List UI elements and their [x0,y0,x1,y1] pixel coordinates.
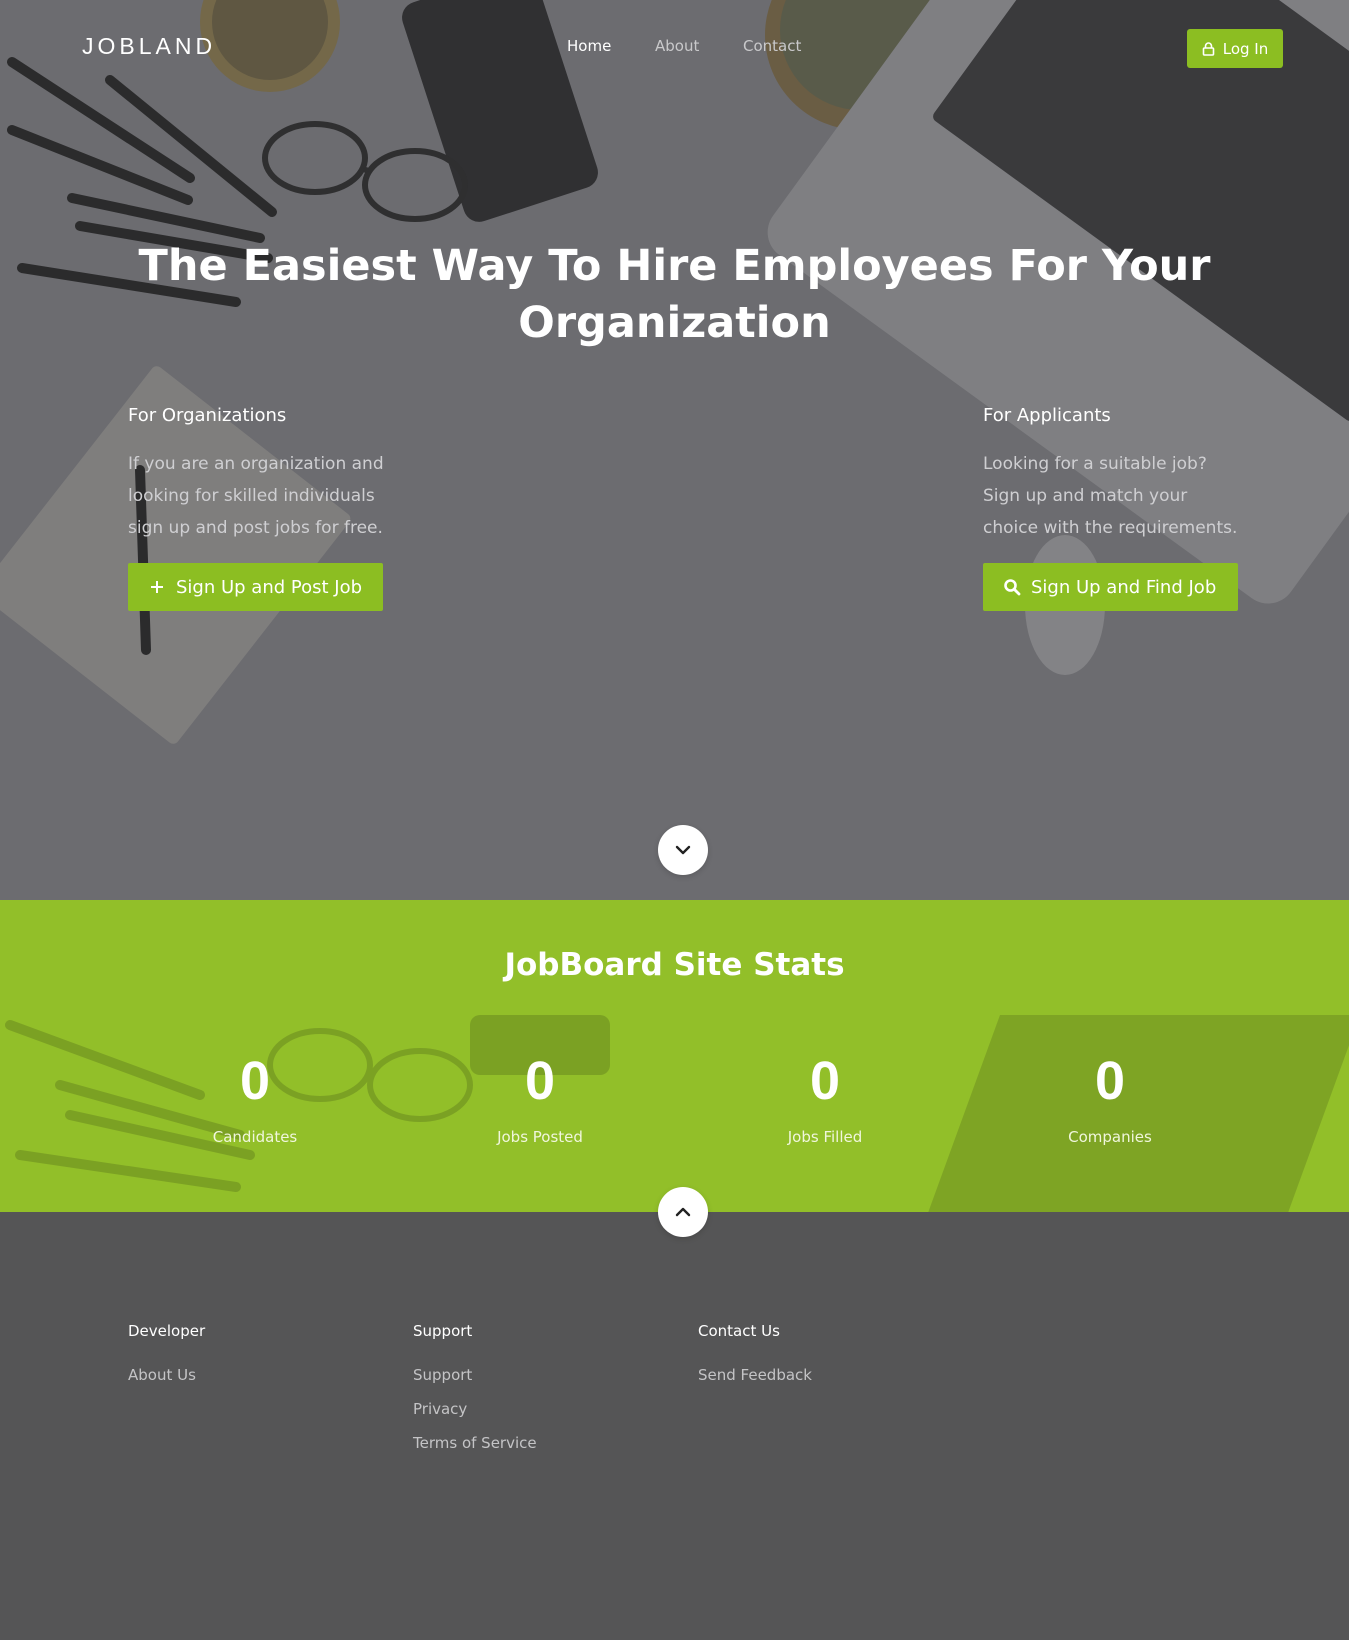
applicants-column: For Applicants Looking for a suitable jo… [983,405,1243,544]
site-footer: Developer About Us Support Support Priva… [0,1212,1349,1640]
stat-label: Companies [1068,1128,1152,1146]
footer-link-support[interactable]: Support [413,1366,537,1384]
stat-value: 0 [524,1051,556,1111]
stat-candidates: 0 Candidates [155,1050,355,1146]
footer-column-support: Support Support Privacy Terms of Service [413,1322,537,1468]
applicants-title: For Applicants [983,405,1111,426]
footer-column-title: Contact Us [698,1322,780,1340]
footer-column-title: Developer [128,1322,206,1340]
stat-jobs-filled: 0 Jobs Filled [725,1050,925,1146]
footer-link-terms[interactable]: Terms of Service [413,1434,537,1452]
scroll-up-button[interactable] [658,1187,708,1237]
organizations-title: For Organizations [128,405,287,426]
sign-up-find-job-button[interactable]: Sign Up and Find Job [983,563,1238,611]
stat-label: Jobs Filled [787,1128,863,1146]
sign-up-find-job-label: Sign Up and Find Job [1031,576,1217,598]
stats-title: JobBoard Site Stats [504,947,845,983]
footer-column-developer: Developer About Us [128,1322,205,1400]
stat-label: Jobs Posted [497,1128,583,1146]
footer-column-contact: Contact Us Send Feedback [698,1322,812,1400]
footer-column-title: Support [413,1322,473,1340]
sign-up-post-job-button[interactable]: Sign Up and Post Job [128,563,383,611]
nav-about-link[interactable]: About [655,37,699,55]
organizations-column: For Organizations If you are an organiza… [128,405,388,544]
footer-link-send-feedback[interactable]: Send Feedback [698,1366,812,1384]
nav-contact-link[interactable]: Contact [743,37,801,55]
stat-label: Candidates [212,1128,298,1146]
stat-jobs-posted: 0 Jobs Posted [440,1050,640,1146]
search-icon [1004,579,1021,596]
stat-value: 0 [1094,1051,1126,1111]
footer-link-privacy[interactable]: Privacy [413,1400,537,1418]
login-button[interactable]: Log In [1187,29,1283,68]
login-button-label: Log In [1222,39,1269,58]
lock-icon [1202,41,1215,56]
scroll-down-button[interactable] [658,825,708,875]
hero-section: JOBLAND Home About Contact Log In The Ea… [0,0,1349,900]
site-logo[interactable]: JOBLAND [82,33,216,60]
chevron-up-icon [675,1207,691,1217]
applicants-text: Looking for a suitable job? Sign up and … [983,454,1238,538]
organizations-text: If you are an organization and looking f… [128,454,384,538]
sign-up-post-job-label: Sign Up and Post Job [176,576,363,598]
stat-value: 0 [239,1051,271,1111]
stats-section: JobBoard Site Stats 0 Candidates 0 Jobs … [0,900,1349,1212]
stat-value: 0 [809,1051,841,1111]
stat-companies: 0 Companies [1010,1050,1210,1146]
footer-link-about-us[interactable]: About Us [128,1366,205,1384]
hero-headline: The Easiest Way To Hire Employees For Yo… [138,241,1211,348]
plus-icon [151,581,163,593]
nav-home-link[interactable]: Home [567,37,611,55]
chevron-down-icon [675,845,691,855]
